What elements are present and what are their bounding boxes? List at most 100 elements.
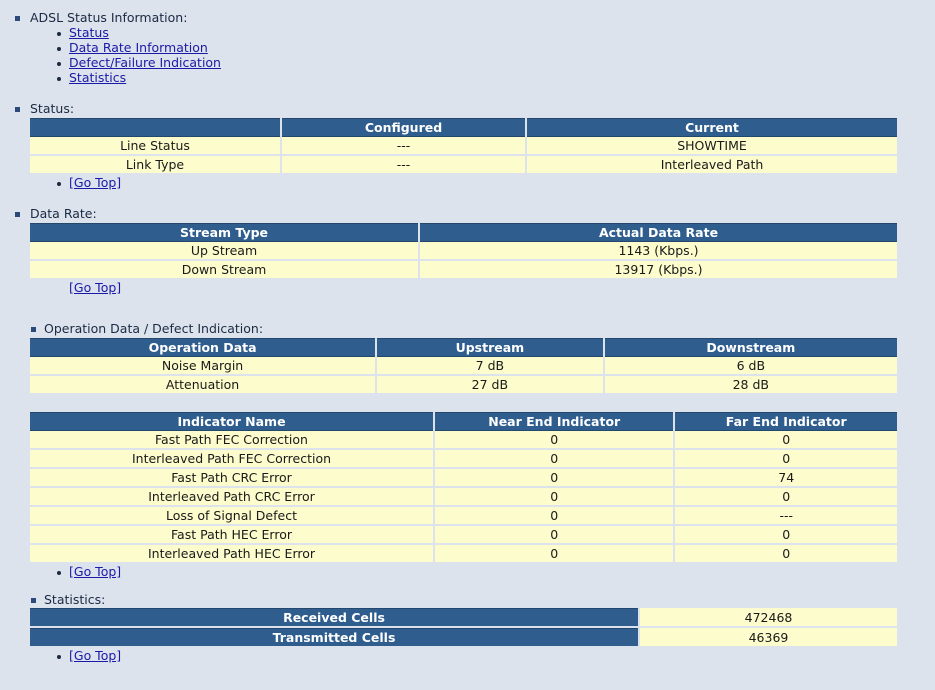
- table-row: Interleaved Path CRC Error 0 0: [30, 488, 897, 507]
- bullet-dot-icon: [57, 182, 61, 186]
- near-end-value: 0: [435, 545, 674, 564]
- data-rate-header-row: Stream Type Actual Data Rate: [30, 223, 897, 242]
- status-configured: ---: [282, 156, 525, 175]
- table-row: Fast Path FEC Correction 0 0: [30, 431, 897, 450]
- data-rate-value: 1143 (Kbps.): [420, 242, 897, 261]
- table-row: Attenuation 27 dB 28 dB: [30, 376, 897, 395]
- statistics-label: Transmitted Cells: [30, 628, 638, 648]
- table-row: Received Cells 472468: [30, 608, 897, 628]
- indicator-name: Fast Path CRC Error: [30, 469, 433, 488]
- table-row: Noise Margin 7 dB 6 dB: [30, 357, 897, 376]
- status-current: Interleaved Path: [527, 156, 897, 175]
- status-table: Configured Current Line Status --- SHOWT…: [28, 118, 899, 175]
- bullet-dot-icon: [57, 47, 61, 51]
- table-row: Loss of Signal Defect 0 ---: [30, 507, 897, 526]
- status-header-configured: Configured: [282, 118, 525, 137]
- bullet-square-icon: [15, 212, 20, 217]
- bullet-dot-icon: [57, 77, 61, 81]
- near-end-value: 0: [435, 488, 674, 507]
- operation-header-upstream: Upstream: [377, 338, 603, 357]
- operation-upstream: 27 dB: [377, 376, 603, 395]
- bullet-square-icon: [15, 107, 20, 112]
- go-top-link[interactable]: [Go Top]: [69, 648, 121, 663]
- go-top-link[interactable]: [Go Top]: [69, 564, 121, 579]
- toc-link-defect[interactable]: Defect/Failure Indication: [69, 55, 221, 70]
- operation-title: Operation Data / Defect Indication:: [44, 321, 264, 336]
- status-header-blank: [30, 118, 280, 137]
- bullet-square-icon: [31, 327, 36, 332]
- far-end-value: ---: [675, 507, 897, 526]
- table-row: Transmitted Cells 46369: [30, 628, 897, 648]
- go-top-link[interactable]: [Go Top]: [69, 280, 121, 295]
- statistics-label: Received Cells: [30, 608, 638, 628]
- toc-title: ADSL Status Information:: [30, 10, 188, 25]
- bullet-square-icon: [15, 16, 20, 21]
- statistics-value: 46369: [640, 628, 897, 648]
- indicator-header-name: Indicator Name: [30, 412, 433, 431]
- indicator-name: Loss of Signal Defect: [30, 507, 433, 526]
- bullet-dot-icon: [57, 655, 61, 659]
- table-row: Fast Path CRC Error 0 74: [30, 469, 897, 488]
- indicator-name: Fast Path FEC Correction: [30, 431, 433, 450]
- toc-link-statistics[interactable]: Statistics: [69, 70, 126, 85]
- far-end-value: 0: [675, 488, 897, 507]
- status-label: Link Type: [30, 156, 280, 175]
- data-rate-header-stream: Stream Type: [30, 223, 418, 242]
- statistics-title: Statistics:: [44, 592, 106, 607]
- far-end-value: 0: [675, 450, 897, 469]
- indicator-name: Interleaved Path HEC Error: [30, 545, 433, 564]
- operation-label: Noise Margin: [30, 357, 376, 376]
- operation-header-name: Operation Data: [30, 338, 376, 357]
- data-rate-title: Data Rate:: [30, 206, 97, 221]
- data-rate-header-rate: Actual Data Rate: [420, 223, 897, 242]
- indicator-header-far: Far End Indicator: [675, 412, 897, 431]
- status-current: SHOWTIME: [527, 137, 897, 156]
- far-end-value: 0: [675, 545, 897, 564]
- indicator-header-near: Near End Indicator: [435, 412, 674, 431]
- operation-downstream: 28 dB: [604, 376, 897, 395]
- near-end-value: 0: [435, 526, 674, 545]
- indicator-name: Interleaved Path CRC Error: [30, 488, 433, 507]
- table-row: Interleaved Path FEC Correction 0 0: [30, 450, 897, 469]
- operation-label: Attenuation: [30, 376, 376, 395]
- bullet-dot-icon: [57, 32, 61, 36]
- data-rate-value: 13917 (Kbps.): [420, 261, 897, 280]
- indicator-name: Fast Path HEC Error: [30, 526, 433, 545]
- operation-table: Operation Data Upstream Downstream Noise…: [28, 338, 899, 395]
- table-row: Interleaved Path HEC Error 0 0: [30, 545, 897, 564]
- bullet-square-icon: [31, 598, 36, 603]
- stream-type: Up Stream: [30, 242, 418, 261]
- near-end-value: 0: [435, 469, 674, 488]
- data-rate-table: Stream Type Actual Data Rate Up Stream 1…: [28, 223, 899, 280]
- table-row: Link Type --- Interleaved Path: [30, 156, 897, 175]
- bullet-dot-icon: [57, 571, 61, 575]
- far-end-value: 0: [675, 431, 897, 450]
- operation-upstream: 7 dB: [377, 357, 603, 376]
- near-end-value: 0: [435, 450, 674, 469]
- table-row: Down Stream 13917 (Kbps.): [30, 261, 897, 280]
- indicator-name: Interleaved Path FEC Correction: [30, 450, 433, 469]
- table-row: Fast Path HEC Error 0 0: [30, 526, 897, 545]
- status-title: Status:: [30, 101, 75, 116]
- near-end-value: 0: [435, 431, 674, 450]
- go-top-link[interactable]: [Go Top]: [69, 175, 121, 190]
- toc-link-data-rate[interactable]: Data Rate Information: [69, 40, 208, 55]
- status-label: Line Status: [30, 137, 280, 156]
- table-row: Line Status --- SHOWTIME: [30, 137, 897, 156]
- operation-header-row: Operation Data Upstream Downstream: [30, 338, 897, 357]
- status-header-row: Configured Current: [30, 118, 897, 137]
- far-end-value: 74: [675, 469, 897, 488]
- table-row: Up Stream 1143 (Kbps.): [30, 242, 897, 261]
- status-header-current: Current: [527, 118, 897, 137]
- near-end-value: 0: [435, 507, 674, 526]
- indicator-table: Indicator Name Near End Indicator Far En…: [28, 412, 899, 564]
- far-end-value: 0: [675, 526, 897, 545]
- toc-link-status[interactable]: Status: [69, 25, 109, 40]
- statistics-value: 472468: [640, 608, 897, 628]
- bullet-dot-icon: [57, 62, 61, 66]
- operation-header-downstream: Downstream: [604, 338, 897, 357]
- operation-downstream: 6 dB: [604, 357, 897, 376]
- stream-type: Down Stream: [30, 261, 418, 280]
- statistics-table: Received Cells 472468 Transmitted Cells …: [28, 608, 899, 648]
- status-configured: ---: [282, 137, 525, 156]
